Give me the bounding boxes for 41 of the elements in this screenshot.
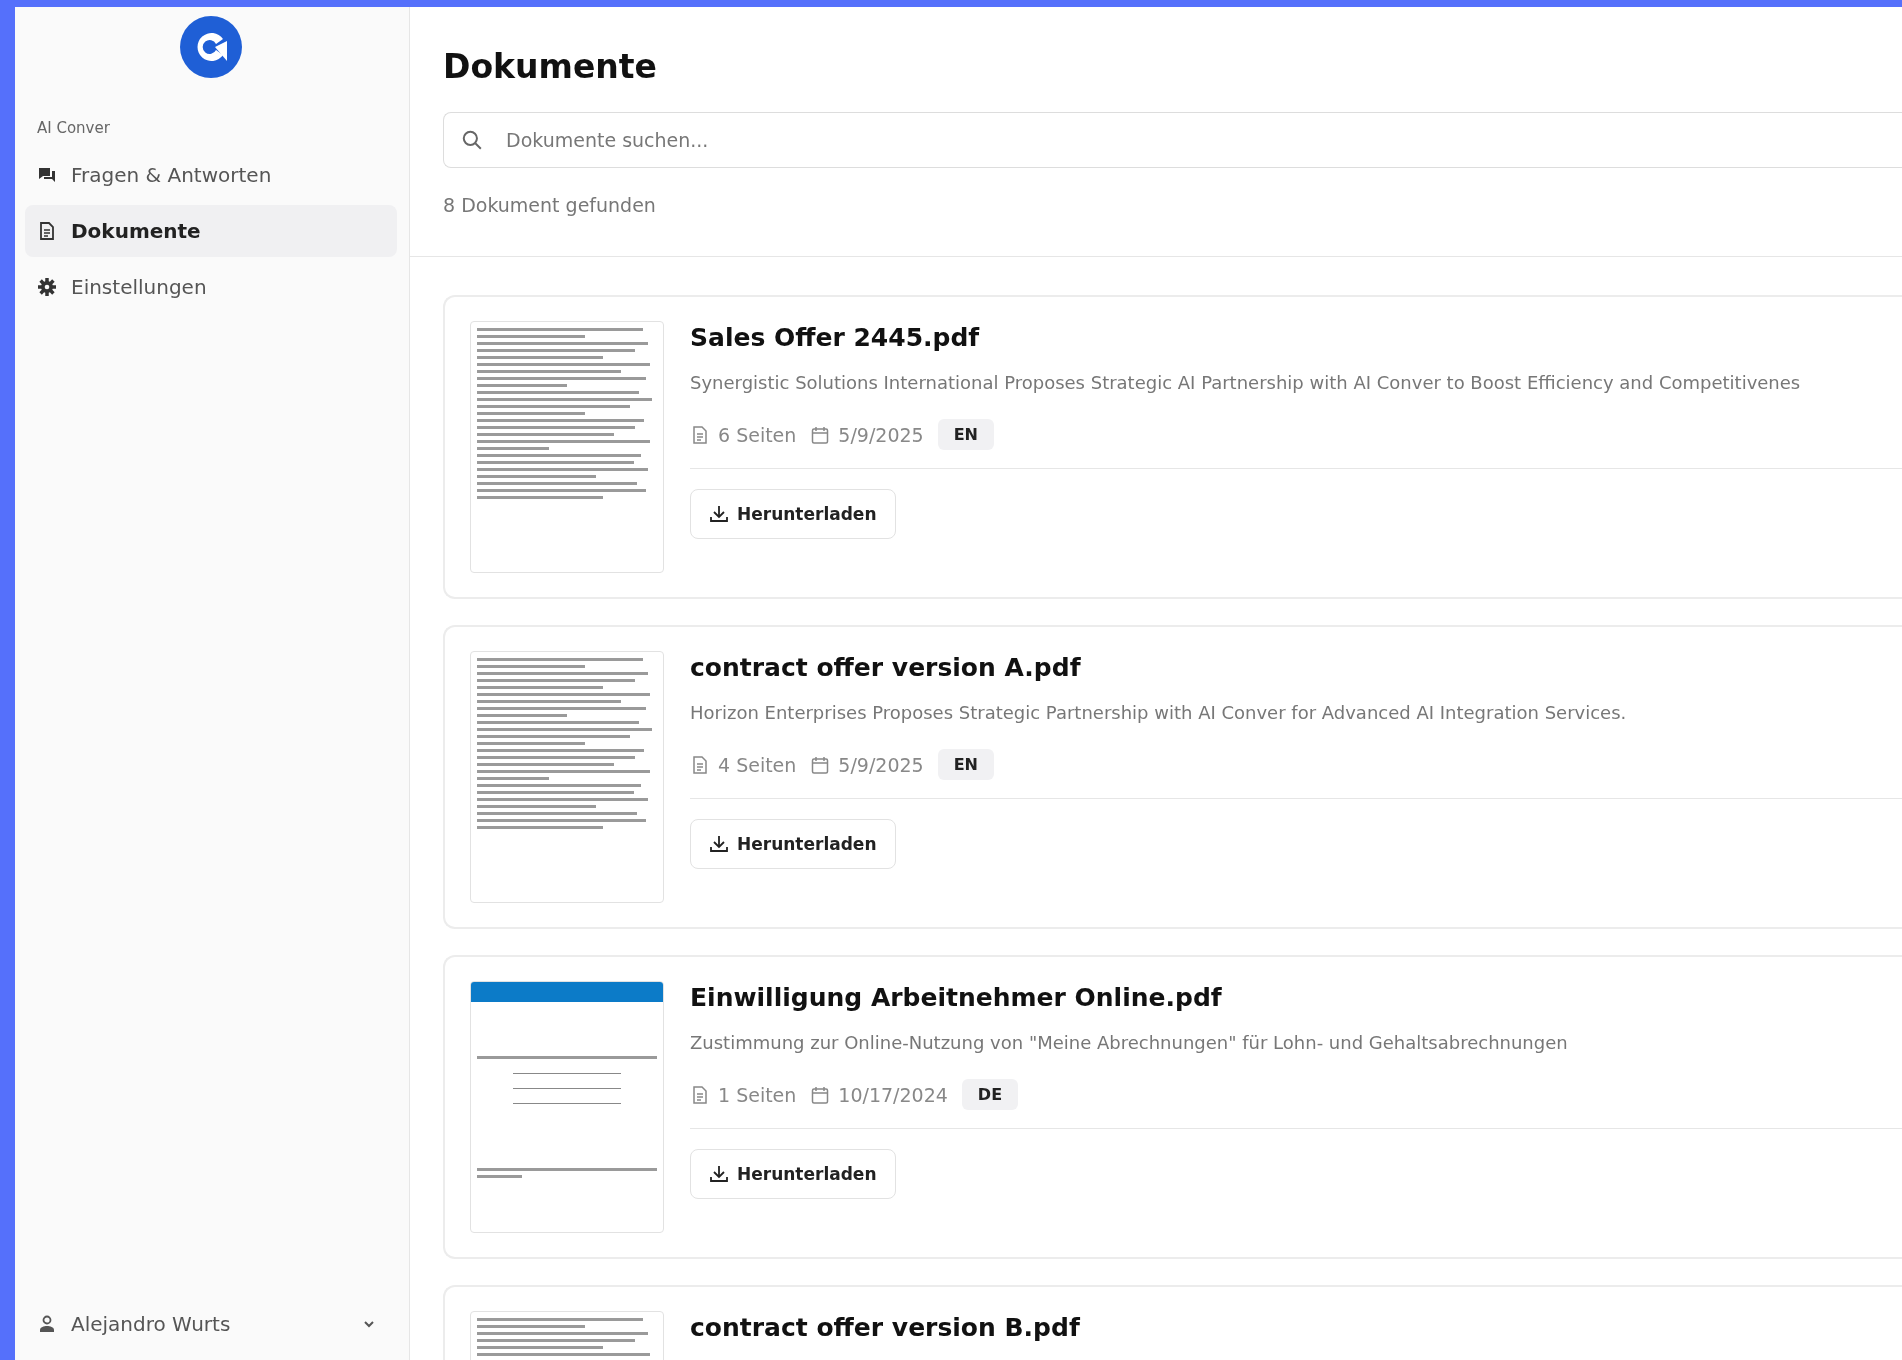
sidebar-item[interactable]: Dokumente [25, 205, 397, 257]
logo-icon [179, 15, 243, 79]
document-icon [37, 221, 57, 241]
download-button[interactable]: Herunterladen [690, 1149, 896, 1199]
download-icon [709, 834, 729, 854]
document-description: Horizon Enterprises Proposes Strategic Partnership with AI Conver for Advanced AI Integration Services. [690, 702, 1628, 723]
document-title[interactable]: Sales Offer 2445.pdf [690, 323, 1902, 352]
search-field[interactable]: Dokumente suchen... [443, 112, 1902, 168]
sidebar-item[interactable]: Einstellungen [25, 261, 397, 313]
page-icon [690, 424, 710, 445]
page-count: 1 Seiten [718, 1083, 797, 1106]
download-icon [709, 1164, 729, 1184]
document-title[interactable]: contract offer version B.pdf [690, 1313, 1902, 1342]
document-description: Zustimmung zur Online-Nutzung von "Meine Abrechnungen" für Lohn- und Gehaltsabrechnungen [690, 1032, 1569, 1053]
document-date: 10/17/2024 [838, 1083, 948, 1106]
user-icon [37, 1314, 57, 1334]
download-icon [709, 504, 729, 524]
document-title[interactable]: contract offer version A.pdf [690, 653, 1902, 682]
document-date: 5/9/2025 [838, 753, 924, 776]
document-date: 5/9/2025 [838, 423, 924, 446]
language-tag: DE [961, 1079, 1019, 1110]
settings-icon [37, 277, 57, 297]
language-tag: EN [937, 419, 994, 450]
page-title: Dokumente [443, 47, 658, 86]
calendar-icon [810, 1084, 831, 1105]
sidebar-item[interactable]: Fragen & Antworten [25, 149, 397, 201]
result-count: 8 Dokument gefunden [443, 194, 657, 216]
calendar-icon [810, 424, 831, 445]
calendar-icon [810, 754, 831, 775]
page-icon [690, 1084, 710, 1105]
download-button[interactable]: Herunterladen [690, 489, 896, 539]
document-description: Synergistic Solutions International Proposes Strategic AI Partnership with AI Conver to Boost Efficiency and Competitivenes [690, 372, 1802, 393]
search-icon [461, 129, 483, 151]
page-icon [690, 754, 710, 775]
language-tag: EN [937, 749, 994, 780]
document-title[interactable]: Einwilligung Arbeitnehmer Online.pdf [690, 983, 1902, 1012]
brand-label: AI Conver [37, 119, 111, 137]
page-count: 4 Seiten [718, 753, 797, 776]
page-count: 6 Seiten [718, 423, 797, 446]
user-menu[interactable]: Alejandro Wurts [25, 1296, 397, 1352]
download-button[interactable]: Herunterladen [690, 819, 896, 869]
